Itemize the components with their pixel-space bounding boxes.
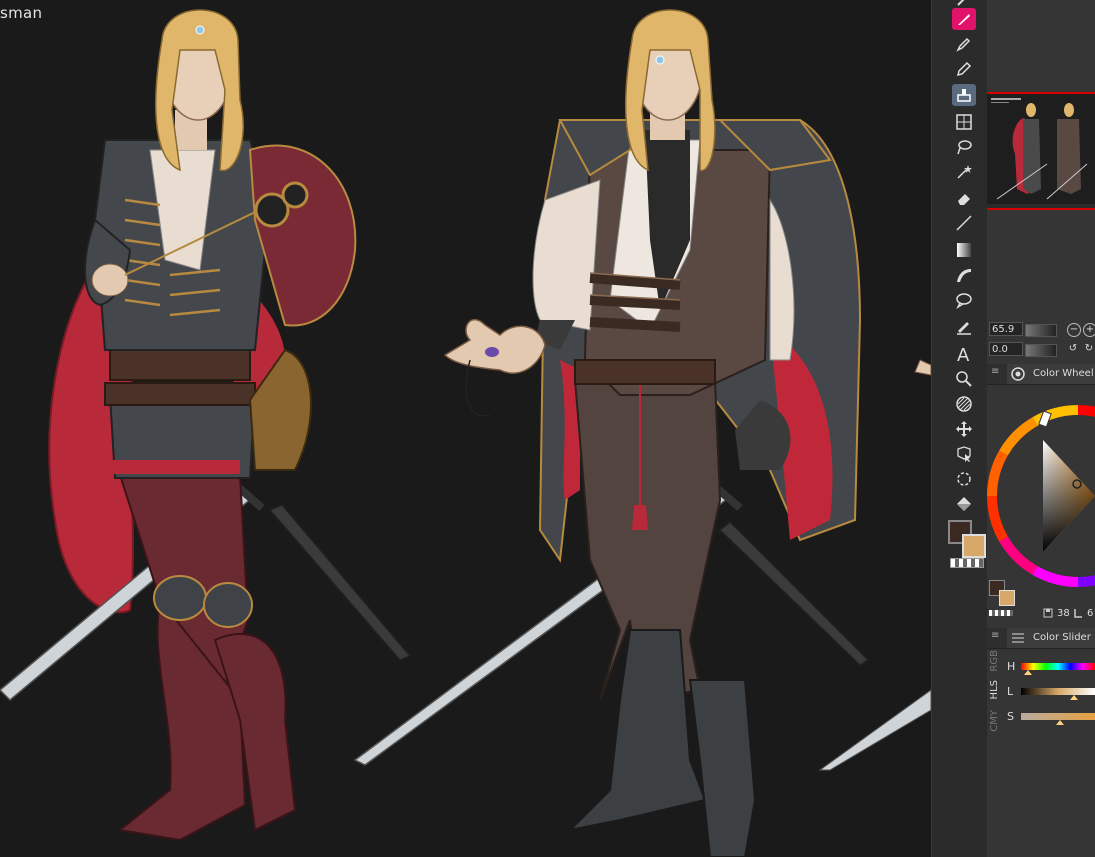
rotate-right-icon[interactable]: ↻ — [1083, 343, 1095, 355]
mode-tab-cmy[interactable]: CMY — [989, 710, 1000, 732]
rotate-row: 0.0 ↺ ↻ — [987, 342, 1095, 358]
ruler-pen-icon[interactable] — [952, 316, 976, 338]
lightness-slider[interactable] — [1021, 688, 1095, 695]
mini-sub-color[interactable] — [999, 590, 1015, 606]
lightness-slider-label: L — [1007, 685, 1014, 698]
navigator-thumbnail — [987, 94, 1095, 204]
mode-tab-rgb[interactable]: RGB — [989, 650, 1000, 672]
zoom-out-icon[interactable]: − — [1067, 323, 1081, 337]
brush-pink-icon[interactable] — [952, 8, 976, 30]
canvas-title-fragment: sman — [0, 4, 43, 22]
transparent-color-swatch[interactable] — [950, 558, 984, 568]
balloon-icon[interactable] — [952, 289, 976, 311]
color-slider-header: ≡ Color Slider — [987, 628, 1095, 649]
panel-menu-icon[interactable]: ≡ — [991, 366, 999, 377]
rotate-icon[interactable] — [952, 468, 976, 490]
color-slider-tab-icon — [1012, 633, 1024, 643]
rotate-slider[interactable] — [1025, 344, 1057, 357]
mini-transparent[interactable] — [989, 610, 1013, 616]
right-panel: 65.9 − + 0.0 ↺ ↻ ≡ Color Wheel 38 6 ≡ Co… — [987, 0, 1095, 857]
magic-wand-icon[interactable] — [952, 161, 976, 183]
zoom-slider[interactable] — [1025, 324, 1057, 337]
color-wheel-header: ≡ Color Wheel — [987, 364, 1095, 385]
color-info-value-2: 6 — [1087, 608, 1094, 619]
save-icon[interactable] — [1043, 608, 1053, 618]
zoom-icon[interactable] — [952, 368, 976, 390]
frame-icon[interactable] — [952, 111, 976, 133]
character-artwork — [0, 9, 931, 857]
move-icon[interactable] — [952, 418, 976, 440]
layer-icon — [1074, 609, 1082, 618]
hue-slider-label: H — [1007, 660, 1016, 673]
stamp-icon[interactable] — [952, 84, 976, 106]
lasso-icon[interactable] — [952, 136, 976, 158]
color-slider-label: Color Slider — [1033, 632, 1091, 643]
sub-color-swatch[interactable] — [962, 534, 986, 558]
line-icon[interactable] — [952, 212, 976, 234]
color-wheel[interactable] — [987, 384, 1095, 596]
fill-icon[interactable] — [952, 493, 976, 515]
rotate-value[interactable]: 0.0 — [989, 342, 1023, 356]
pattern-icon[interactable] — [952, 393, 976, 415]
mode-tab-hls[interactable]: HLS — [989, 680, 1000, 699]
saturation-slider-label: S — [1007, 710, 1014, 723]
object-select-icon[interactable] — [952, 443, 976, 465]
color-wheel-tab-icon — [1011, 367, 1025, 381]
text-icon[interactable]: A — [952, 343, 976, 365]
hue-slider-caret[interactable] — [1024, 670, 1033, 675]
drawing-canvas[interactable]: sman — [0, 0, 931, 857]
color-wheel-label: Color Wheel — [1033, 368, 1094, 379]
zoom-in-icon[interactable]: + — [1083, 323, 1095, 337]
saturation-slider-caret[interactable] — [1056, 720, 1065, 725]
color-info-value-1: 38 — [1057, 608, 1070, 619]
saturation-slider[interactable] — [1021, 713, 1095, 720]
pen-icon[interactable] — [952, 33, 976, 55]
hue-slider-row: H — [1007, 660, 1095, 675]
zoom-row: 65.9 − + — [987, 322, 1095, 338]
lightness-slider-caret[interactable] — [1070, 695, 1079, 700]
pencil-icon[interactable] — [952, 58, 976, 80]
hue-slider[interactable] — [1021, 663, 1095, 670]
mini-color-swatches: 38 6 — [987, 578, 1095, 628]
gradient-icon[interactable] — [952, 239, 976, 261]
color-mode-tabs: RGB HLS CMY — [987, 650, 1005, 740]
tool-palette: A — [931, 0, 988, 857]
svg-text:A: A — [957, 345, 970, 363]
lightness-slider-row: L — [1007, 685, 1095, 700]
zoom-value[interactable]: 65.9 — [989, 322, 1023, 336]
eraser-icon[interactable] — [952, 187, 976, 209]
navigator-preview[interactable] — [987, 92, 1095, 210]
curve-icon[interactable] — [952, 264, 976, 286]
rotate-left-icon[interactable]: ↺ — [1067, 343, 1079, 355]
slider-panel-menu-icon[interactable]: ≡ — [991, 630, 999, 641]
saturation-slider-row: S — [1007, 710, 1095, 725]
